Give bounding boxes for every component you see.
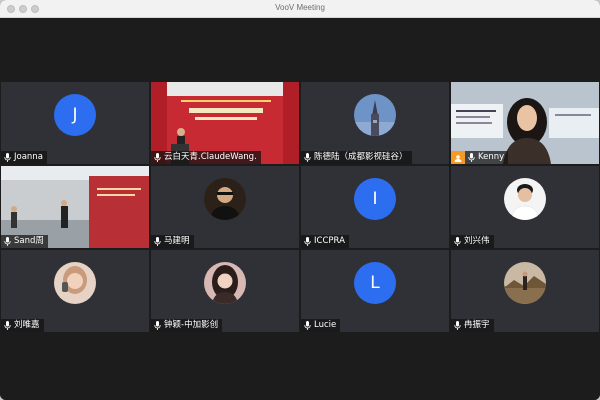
avatar: I — [354, 177, 396, 220]
participant-tile[interactable]: 云白天青.ClaudeWang. — [151, 82, 299, 164]
name-label: Lucie — [301, 319, 341, 332]
participant-grid: J Joanna 云白天青.ClaudeWang. 陈德陆（成都影视硅谷） Ke… — [1, 82, 599, 334]
name-label: Kenny — [465, 151, 509, 164]
window-title: VooV Meeting — [275, 3, 325, 12]
participant-tile[interactable]: Kenny — [451, 82, 599, 164]
avatar: L — [354, 261, 396, 304]
name-label: 陈德陆（成都影视硅谷） — [301, 151, 412, 164]
microphone-icon — [454, 321, 461, 330]
name-label: 刘兴伟 — [451, 235, 494, 248]
name-label: Joanna — [1, 151, 47, 164]
avatar — [504, 261, 546, 304]
participant-tile[interactable]: 冉振宇 — [451, 250, 599, 332]
microphone-icon — [154, 153, 161, 162]
participant-tile[interactable]: I ICCPRA — [301, 166, 449, 248]
microphone-icon — [154, 237, 161, 246]
participant-tile[interactable]: 刘兴伟 — [451, 166, 599, 248]
microphone-icon — [454, 237, 461, 246]
avatar — [204, 177, 246, 220]
name-label: 冉振宇 — [451, 319, 494, 332]
microphone-icon — [468, 153, 475, 162]
name-label: 刘唯嘉 — [1, 319, 44, 332]
video-gallery: J Joanna 云白天青.ClaudeWang. 陈德陆（成都影视硅谷） Ke… — [0, 18, 600, 400]
participant-tile[interactable]: J Joanna — [1, 82, 149, 164]
avatar — [354, 93, 396, 136]
name-label: 云白天青.ClaudeWang. — [151, 151, 261, 164]
camera-icon — [451, 151, 465, 164]
avatar — [54, 261, 96, 304]
microphone-icon — [4, 321, 11, 330]
avatar: J — [54, 93, 96, 136]
avatar — [504, 177, 546, 220]
participant-tile[interactable]: L Lucie — [301, 250, 449, 332]
microphone-icon — [154, 321, 161, 330]
meeting-window: VooV Meeting J Joanna 云白天青.ClaudeWang. 陈… — [0, 0, 600, 400]
name-label: ICCPRA — [301, 235, 349, 248]
microphone-icon — [304, 153, 311, 162]
microphone-icon — [4, 153, 11, 162]
microphone-icon — [304, 321, 311, 330]
name-label: 马建明 — [151, 235, 194, 248]
participant-tile[interactable]: Sand周 — [1, 166, 149, 248]
participant-tile[interactable]: 刘唯嘉 — [1, 250, 149, 332]
title-bar: VooV Meeting — [0, 0, 600, 18]
name-label: 钟颖-中加影创 — [151, 319, 223, 332]
microphone-icon — [304, 237, 311, 246]
name-label: Sand周 — [1, 235, 48, 248]
participant-tile[interactable]: 马建明 — [151, 166, 299, 248]
avatar — [204, 261, 246, 304]
participant-tile[interactable]: 钟颖-中加影创 — [151, 250, 299, 332]
microphone-icon — [4, 237, 11, 246]
participant-tile[interactable]: 陈德陆（成都影视硅谷） — [301, 82, 449, 164]
